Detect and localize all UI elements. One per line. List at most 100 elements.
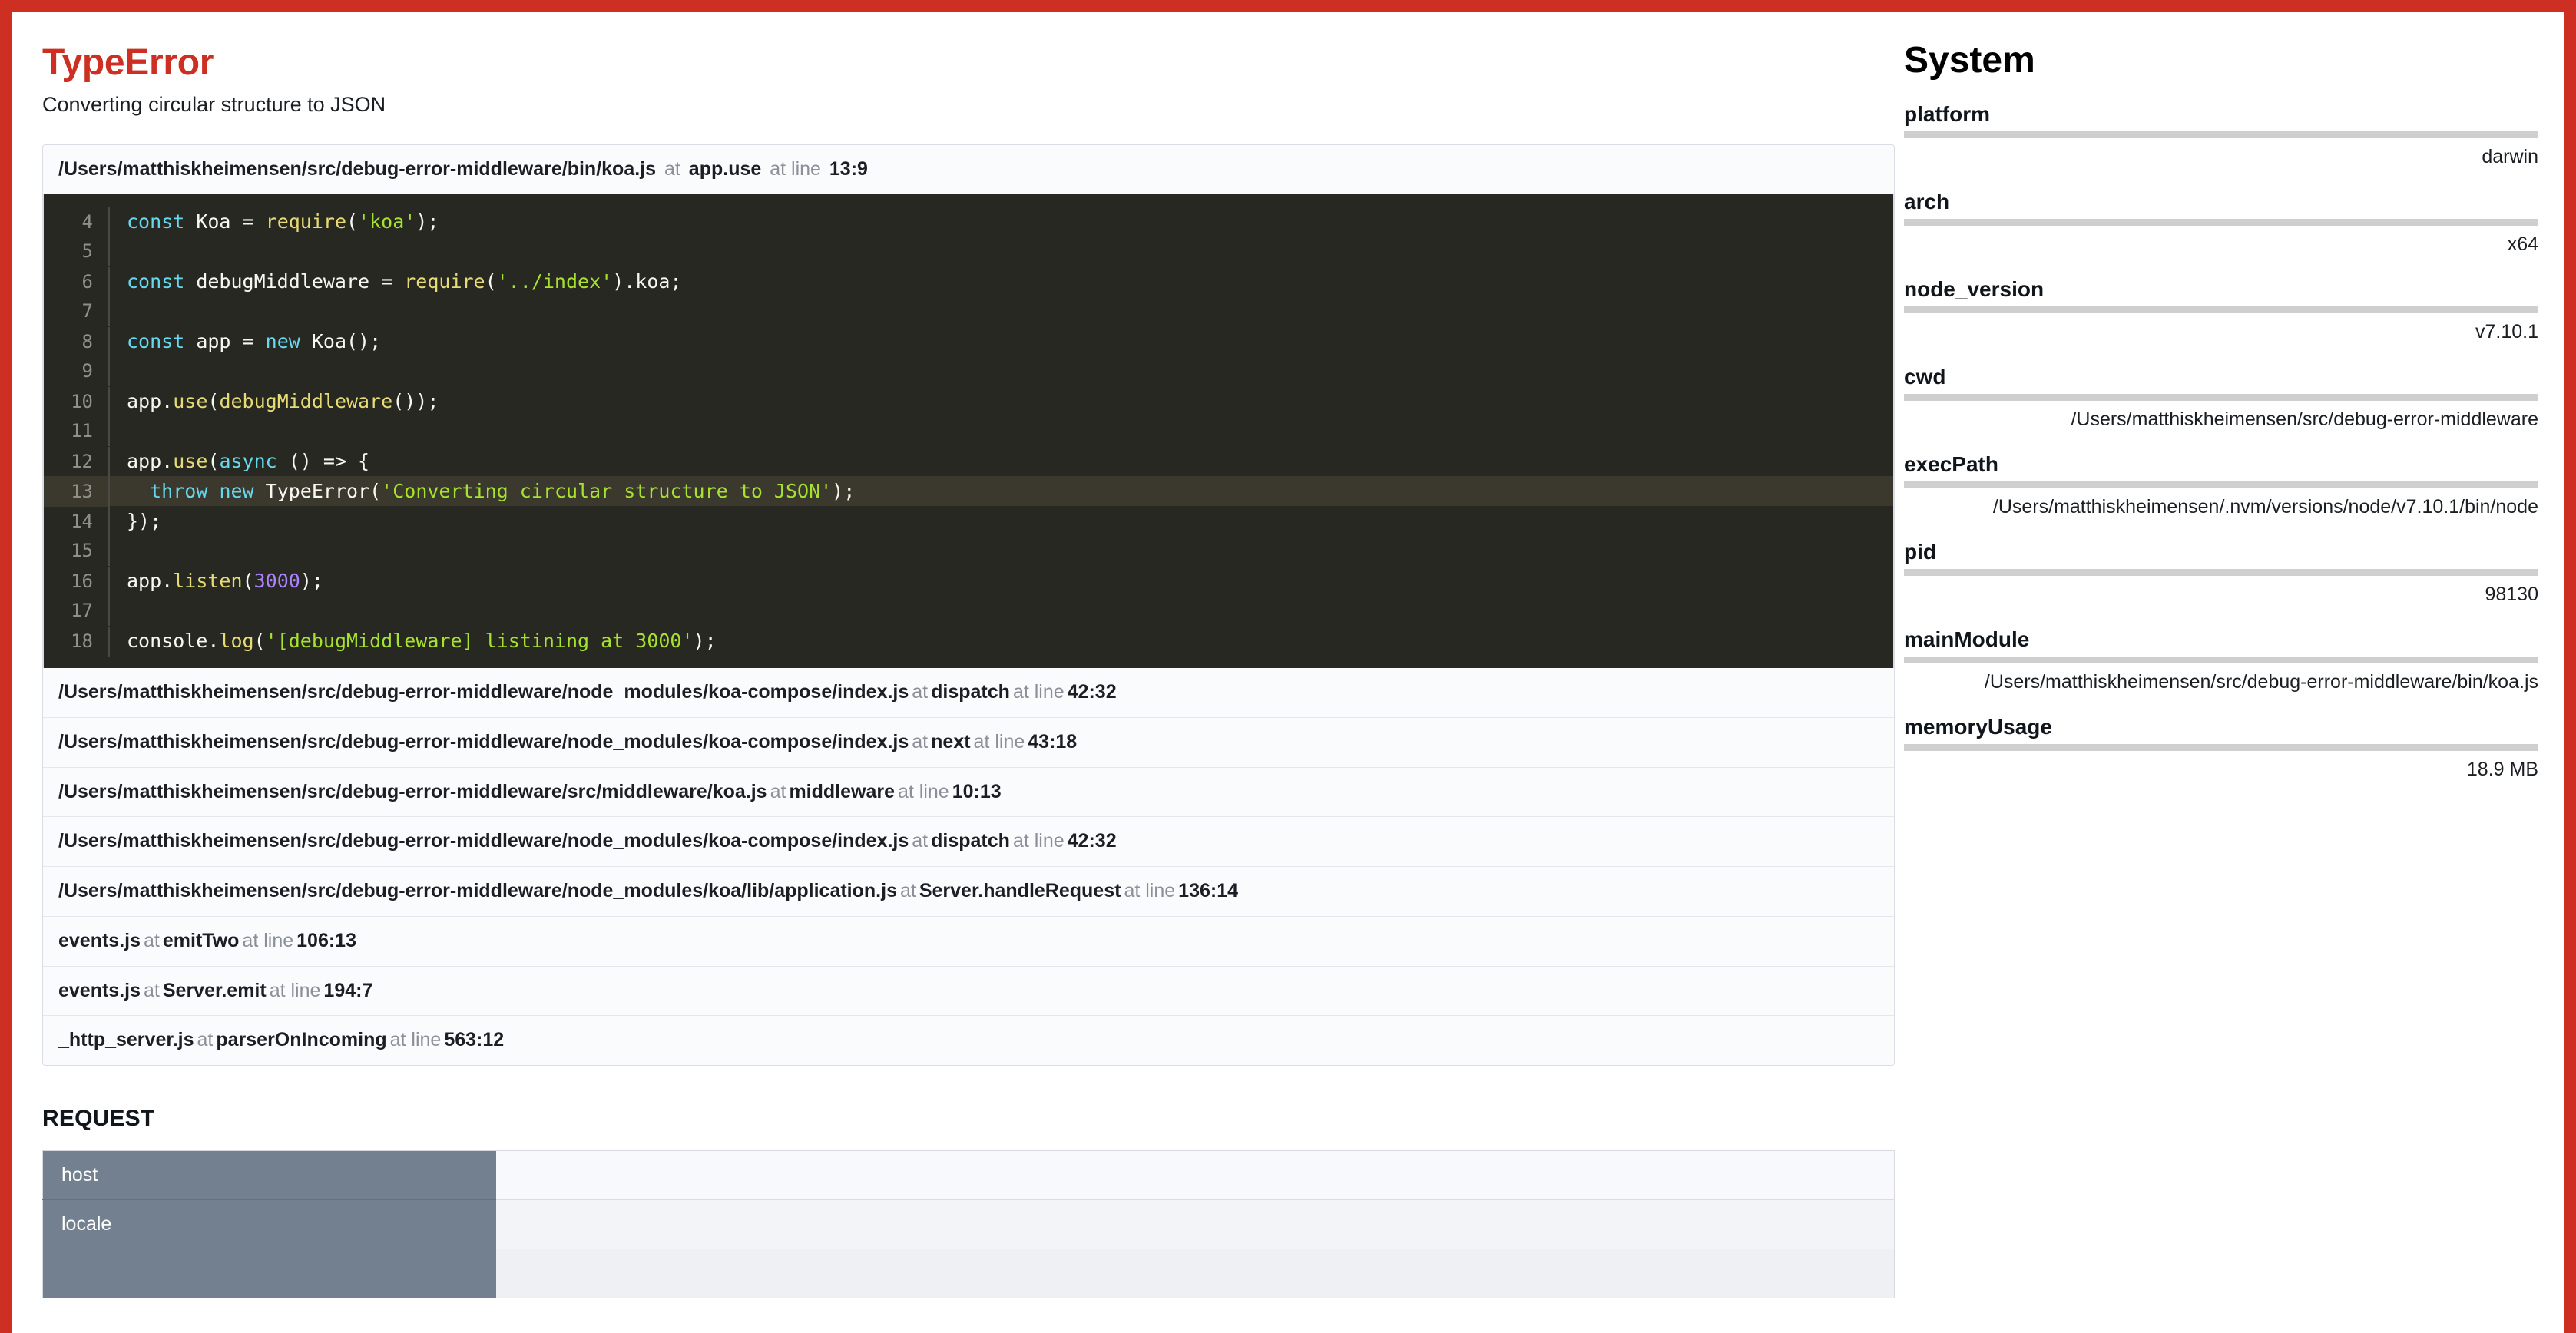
frame-at-line-label: at line (1010, 830, 1068, 852)
frame-path: _http_server.js (58, 1029, 194, 1050)
code-token: log (219, 630, 253, 652)
request-table: hostlocale (42, 1150, 1895, 1298)
code-line: 11 (44, 416, 1893, 446)
line-number: 8 (44, 327, 110, 357)
code-line: 9 (44, 356, 1893, 386)
code-line: 7 (44, 296, 1893, 326)
frame-line-number: 194:7 (323, 980, 372, 1001)
request-key: locale (43, 1200, 496, 1249)
frame-at-line-label: at line (767, 158, 824, 180)
code-token: = (243, 330, 266, 352)
code-token: ); (694, 630, 717, 652)
frame-path: /Users/matthiskheimensen/src/debug-error… (58, 731, 909, 752)
request-value (496, 1151, 1895, 1200)
code-token: throw (150, 480, 207, 502)
code-token: ( (207, 450, 219, 472)
code-text: throw new TypeError('Converting circular… (127, 476, 855, 506)
line-number: 5 (44, 237, 110, 266)
system-item: execPath/Users/matthiskheimensen/.nvm/ve… (1904, 452, 2538, 518)
code-token: ( (207, 390, 219, 412)
system-item: platform darwin (1904, 102, 2538, 168)
stack-frame[interactable]: events.jsatServer.emitat line194:7 (43, 967, 1894, 1017)
code-token: use (173, 450, 207, 472)
code-line: 16app.listen(3000); (44, 566, 1893, 596)
system-item-divider (1904, 657, 2538, 663)
frame-path: /Users/matthiskheimensen/src/debug-error… (58, 880, 897, 901)
code-text: }); (127, 506, 161, 536)
line-number: 13 (44, 477, 110, 507)
code-line: 18console.log('[debugMiddleware] listini… (44, 626, 1893, 656)
code-token: = (381, 270, 404, 293)
code-line: 15 (44, 536, 1893, 566)
stack-frame[interactable]: /Users/matthiskheimensen/src/debug-error… (43, 768, 1894, 818)
system-item-value: 18.9 MB (1904, 759, 2538, 781)
system-item-label: platform (1904, 102, 2538, 127)
frame-path: events.js (58, 930, 141, 951)
frame-function: dispatch (931, 830, 1010, 852)
stack-frame[interactable]: /Users/matthiskheimensen/src/debug-error… (43, 668, 1894, 718)
code-line: 14}); (44, 506, 1893, 536)
line-number: 6 (44, 267, 110, 297)
source-code-viewer[interactable]: 4const Koa = require('koa');56const debu… (43, 194, 1894, 668)
system-item: pid98130 (1904, 540, 2538, 606)
system-item-value: /Users/matthiskheimensen/src/debug-error… (1904, 671, 2538, 693)
code-token: ); (832, 480, 855, 502)
code-token: app. (127, 450, 173, 472)
code-token: ( (254, 630, 266, 652)
stack-trace-list: /Users/matthiskheimensen/src/debug-error… (42, 144, 1895, 1066)
code-token: const (127, 210, 184, 233)
stack-frame[interactable]: /Users/matthiskheimensen/src/debug-error… (43, 817, 1894, 867)
frame-at-label: at (194, 1029, 217, 1050)
system-item-value: /Users/matthiskheimensen/.nvm/versions/n… (1904, 496, 2538, 518)
code-token: app. (127, 570, 173, 592)
stack-frame-top[interactable]: /Users/matthiskheimensen/src/debug-error… (43, 145, 1894, 194)
code-line: 5 (44, 237, 1893, 266)
frame-line-number: 43:18 (1028, 731, 1077, 752)
code-token: app. (127, 390, 173, 412)
frame-at-label: at (897, 880, 919, 901)
request-row: host (43, 1151, 1895, 1200)
frame-path: /Users/matthiskheimensen/src/debug-error… (58, 830, 909, 852)
stack-frame[interactable]: events.jsatemitTwoat line106:13 (43, 917, 1894, 967)
code-token: TypeError( (254, 480, 382, 502)
code-token: 3000 (254, 570, 300, 592)
frame-at-label: at (141, 930, 163, 951)
code-text: const Koa = require('koa'); (127, 207, 439, 237)
system-item-divider (1904, 744, 2538, 751)
main-column: TypeError Converting circular structure … (12, 12, 1893, 1298)
code-token: Koa(); (300, 330, 381, 352)
code-line: 13 throw new TypeError('Converting circu… (44, 476, 1893, 506)
error-page-frame: TypeError Converting circular structure … (0, 0, 2576, 1333)
system-item-divider (1904, 219, 2538, 226)
line-number: 7 (44, 296, 110, 326)
frame-function: next (931, 731, 970, 752)
code-line: 6const debugMiddleware = require('../ind… (44, 266, 1893, 296)
code-token: ( (485, 270, 497, 293)
code-token (207, 480, 219, 502)
system-item-value: x64 (1904, 233, 2538, 256)
code-text: app.use(debugMiddleware()); (127, 386, 439, 416)
system-item: memoryUsage18.9 MB (1904, 715, 2538, 781)
system-item-value: darwin (1904, 146, 2538, 168)
system-item-label: mainModule (1904, 627, 2538, 652)
code-token: 'koa' (358, 210, 416, 233)
frame-at-line-label: at line (1010, 681, 1068, 703)
code-token: ( (243, 570, 254, 592)
error-type-title: TypeError (42, 44, 1870, 82)
frame-at-line-label: at line (1121, 880, 1178, 901)
frame-line-number: 10:13 (952, 781, 1002, 802)
request-row (43, 1249, 1895, 1298)
system-item-value: /Users/matthiskheimensen/src/debug-error… (1904, 408, 2538, 431)
code-token: }); (127, 510, 161, 532)
system-items-container: platformdarwinarchx64node_versionv7.10.1… (1904, 102, 2538, 781)
code-token (127, 480, 150, 502)
code-token: require (404, 270, 485, 293)
frame-line-number: 42:32 (1068, 681, 1117, 703)
code-text: const app = new Koa(); (127, 326, 381, 356)
frame-function: parserOnIncoming (216, 1029, 386, 1050)
line-number: 17 (44, 596, 110, 626)
stack-frame[interactable]: /Users/matthiskheimensen/src/debug-error… (43, 867, 1894, 917)
stack-frame[interactable]: _http_server.jsatparserOnIncomingat line… (43, 1016, 1894, 1065)
code-token: require (266, 210, 346, 233)
stack-frame[interactable]: /Users/matthiskheimensen/src/debug-error… (43, 718, 1894, 768)
